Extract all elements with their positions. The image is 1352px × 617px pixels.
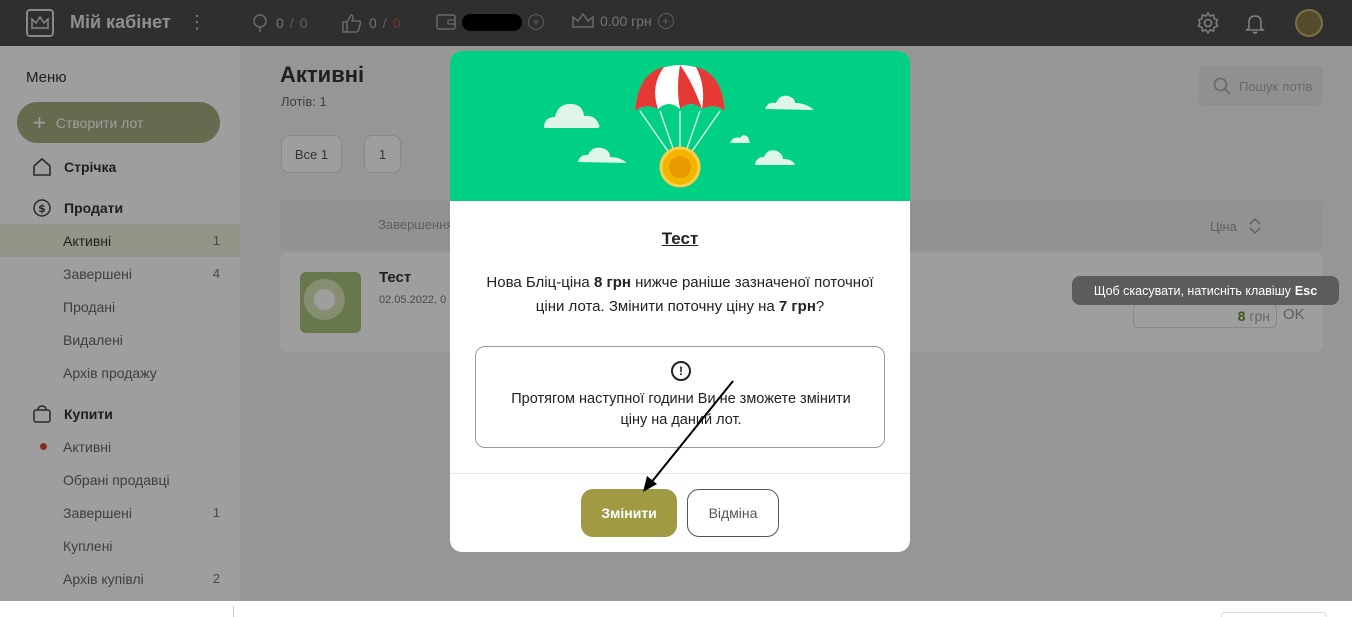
msg-cur-price: 7 грн bbox=[778, 298, 816, 315]
notice-text: Протягом наступної години Ви не зможете … bbox=[511, 391, 851, 428]
dialog-divider bbox=[450, 473, 910, 474]
esc-tooltip: Щоб скасувати, натисніть клавішу Esc bbox=[1072, 276, 1339, 305]
notice-box: ! Протягом наступної години Ви не зможет… bbox=[475, 346, 885, 448]
dialog-title-text: Тест bbox=[661, 229, 699, 248]
dialog-message: Нова Бліц-ціна 8 грн нижче раніше зазнач… bbox=[480, 271, 880, 319]
parachute-illustration bbox=[544, 65, 814, 188]
msg-new-price: 8 грн bbox=[593, 274, 631, 291]
bottom-box bbox=[1221, 612, 1327, 617]
exclamation-icon: ! bbox=[671, 361, 691, 381]
msg-part3: ? bbox=[815, 298, 825, 315]
tooltip-key: Esc bbox=[1294, 283, 1318, 298]
tooltip-text: Щоб скасувати, натисніть клавішу bbox=[1093, 283, 1291, 298]
confirm-dialog: Тест Нова Бліц-ціна 8 грн нижче раніше з… bbox=[450, 51, 910, 552]
msg-part1: Нова Бліц-ціна bbox=[486, 274, 594, 291]
confirm-change-button[interactable]: Змінити bbox=[581, 489, 677, 537]
cancel-button[interactable]: Відміна bbox=[687, 489, 779, 537]
bottom-strip bbox=[0, 601, 1352, 617]
dialog-banner bbox=[450, 51, 910, 201]
dialog-title: Тест bbox=[450, 229, 910, 249]
divider bbox=[233, 606, 234, 617]
